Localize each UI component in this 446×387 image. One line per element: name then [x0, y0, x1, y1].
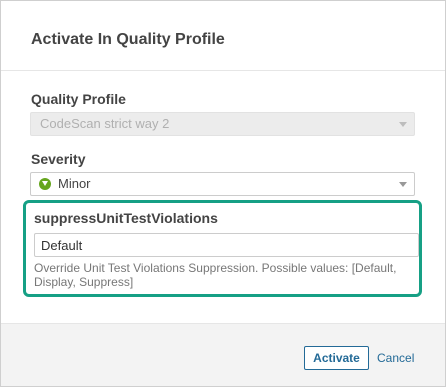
parameter-highlight-box: suppressUnitTestViolations Override Unit… [23, 200, 422, 297]
dialog-title: Activate In Quality Profile [31, 31, 225, 48]
parameter-value-input[interactable] [34, 233, 419, 257]
activate-dialog: Activate In Quality Profile Quality Prof… [0, 0, 446, 387]
parameter-name-label: suppressUnitTestViolations [34, 210, 218, 226]
dialog-body: Quality Profile CodeScan strict way 2 Se… [1, 71, 445, 323]
quality-profile-select: CodeScan strict way 2 [30, 112, 415, 136]
minor-severity-icon [39, 178, 51, 190]
quality-profile-value: CodeScan strict way 2 [40, 116, 170, 131]
severity-label: Severity [31, 151, 86, 167]
chevron-down-icon [399, 182, 407, 187]
dialog-footer: Activate Cancel [1, 323, 445, 386]
parameter-description: Override Unit Test Violations Suppressio… [34, 261, 397, 289]
quality-profile-label: Quality Profile [31, 91, 126, 107]
severity-select[interactable]: Minor [30, 172, 415, 196]
cancel-button[interactable]: Cancel [377, 346, 414, 370]
chevron-down-icon [399, 122, 407, 127]
dialog-header: Activate In Quality Profile [1, 1, 445, 71]
severity-value: Minor [58, 176, 91, 191]
activate-button[interactable]: Activate [304, 346, 369, 370]
